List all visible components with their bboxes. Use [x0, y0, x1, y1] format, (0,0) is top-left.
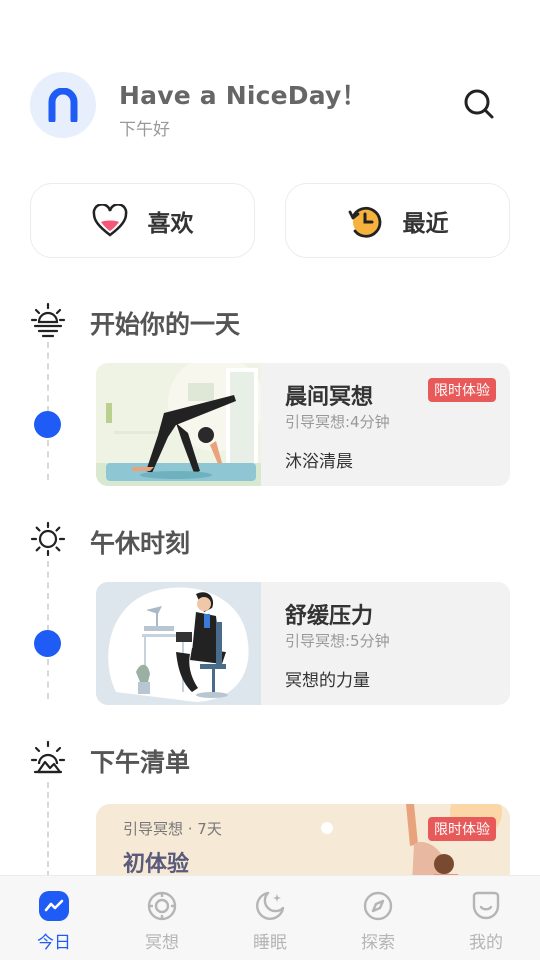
card-subtitle: 冥想的力量 [285, 671, 370, 691]
timeline-dot [34, 630, 61, 657]
card-meta: 引导冥想:4分钟 [285, 413, 390, 431]
tab-label: 我的 [469, 933, 503, 953]
like-label: 喜欢 [147, 210, 194, 237]
tab-explore[interactable]: 探索 [324, 876, 432, 960]
limited-trial-badge: 限时体验 [428, 817, 496, 841]
sunrise-icon [30, 302, 66, 338]
tab-label: 探索 [361, 933, 395, 953]
like-button[interactable]: 喜欢 [30, 183, 255, 258]
tab-label: 冥想 [145, 933, 179, 953]
app-logo-avatar[interactable] [30, 72, 96, 138]
timeline-line [47, 561, 49, 631]
tab-sleep[interactable]: 睡眠 [216, 876, 324, 960]
timeline-line [47, 782, 49, 877]
section-title-afternoon: 下午清单 [90, 748, 191, 777]
morning-yoga-illustration [96, 363, 264, 486]
tab-label: 睡眠 [253, 933, 287, 953]
card-title: 晨间冥想 [285, 385, 374, 410]
meditation-icon [146, 890, 178, 922]
history-clock-icon [348, 206, 381, 238]
card-title: 舒缓压力 [285, 604, 374, 629]
limited-trial-badge: 限时体验 [428, 378, 496, 402]
session-card-morning[interactable]: 晨间冥想 引导冥想:4分钟 沐浴清晨 限时体验 [96, 363, 510, 486]
bottom-tab-bar: 今日 冥想 睡眠 探索 我的 [0, 875, 540, 960]
session-card-first-experience[interactable]: 引导冥想 · 7天 初体验 限时体验 [96, 804, 510, 884]
timeline-dot [34, 411, 61, 438]
card-subtitle: 沐浴清晨 [285, 452, 353, 472]
sunset-icon [30, 740, 66, 776]
today-icon [38, 890, 70, 922]
timeline-line [47, 342, 49, 412]
card-meta: 引导冥想 · 7天 [123, 820, 222, 838]
search-button[interactable] [462, 87, 496, 121]
tab-label: 今日 [37, 933, 71, 953]
compass-icon [362, 890, 394, 922]
recent-label: 最近 [402, 210, 449, 237]
greeting-subtitle: 下午好 [119, 120, 170, 140]
heart-icon [92, 203, 127, 237]
greeting-title: Have a NiceDay！ [119, 81, 367, 110]
section-title-morning: 开始你的一天 [90, 310, 241, 339]
tab-meditation[interactable]: 冥想 [108, 876, 216, 960]
recent-button[interactable]: 最近 [285, 183, 510, 258]
card-title: 初体验 [123, 852, 190, 877]
tab-today[interactable]: 今日 [0, 876, 108, 960]
tab-mine[interactable]: 我的 [432, 876, 540, 960]
profile-icon [470, 890, 502, 922]
timeline-line [47, 659, 49, 699]
sun-icon [30, 521, 66, 557]
timeline-line [47, 440, 49, 480]
search-icon [464, 89, 494, 119]
session-card-noon[interactable]: 舒缓压力 引导冥想:5分钟 冥想的力量 [96, 582, 510, 705]
card-meta: 引导冥想:5分钟 [285, 632, 390, 650]
header: Have a NiceDay！ 下午好 [30, 72, 510, 140]
section-title-noon: 午休时刻 [90, 529, 191, 558]
app-logo-icon [48, 88, 78, 122]
moon-icon [254, 890, 286, 922]
relax-chair-illustration [96, 582, 261, 705]
